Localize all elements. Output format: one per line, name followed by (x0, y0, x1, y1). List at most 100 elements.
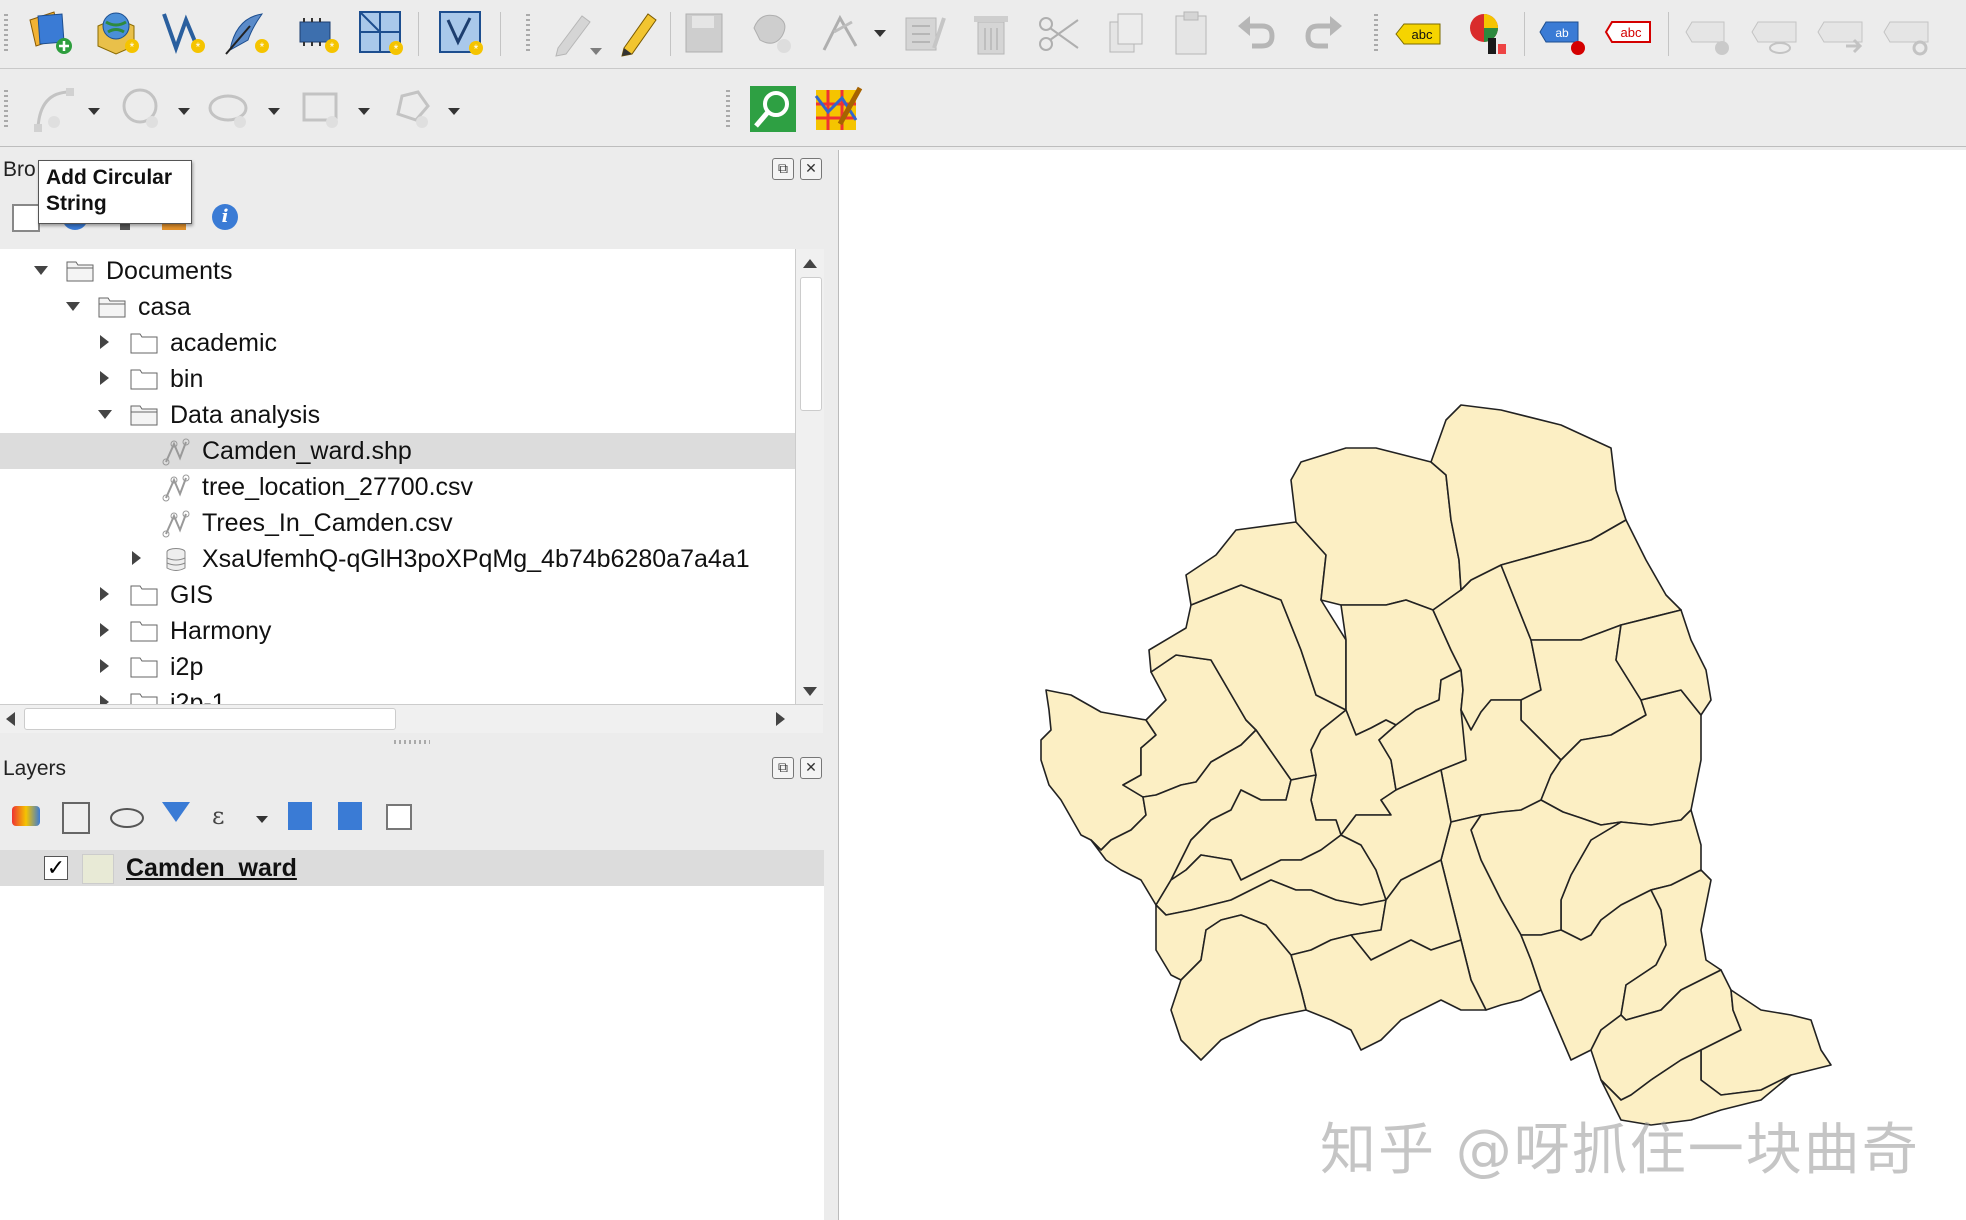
new-virtual-layer-icon[interactable]: * (356, 8, 406, 58)
toggle-editing-icon[interactable] (614, 8, 664, 58)
tooltip: Add Circular String (38, 160, 192, 224)
layer-symbol-swatch[interactable] (82, 854, 114, 884)
browser-tree-item[interactable]: Data analysis (0, 397, 795, 433)
collapse-arrow-icon[interactable] (98, 410, 112, 419)
browser-tree-item[interactable]: bin (0, 361, 795, 397)
expand-arrow-icon[interactable] (132, 551, 141, 565)
label-pin-icon[interactable]: ab (1538, 8, 1588, 58)
label-red-icon[interactable]: abc (1604, 8, 1654, 58)
filter-funnel-icon[interactable] (162, 802, 190, 822)
browser-tree-item[interactable]: i2p-1 (0, 685, 795, 704)
expand-all-icon[interactable] (288, 802, 312, 830)
browser-tree-item[interactable]: Trees_In_Camden.csv (0, 505, 795, 541)
style-manager-icon[interactable] (12, 806, 40, 826)
new-shapefile-icon[interactable]: * (158, 8, 208, 58)
panel-float-button[interactable]: ⧉ (772, 158, 794, 180)
scrollbar-thumb[interactable] (24, 708, 396, 730)
vertex-tool-icon[interactable] (816, 8, 866, 58)
copy-icon[interactable] (1100, 8, 1150, 58)
browser-tree-item[interactable]: tree_location_27700.csv (0, 469, 795, 505)
browser-tree-item[interactable]: Documents (0, 253, 795, 289)
expand-arrow-icon[interactable] (100, 659, 109, 673)
new-geopackage-icon[interactable]: * (92, 8, 142, 58)
browser-tree-item[interactable]: Harmony (0, 613, 795, 649)
visibility-eye-icon[interactable] (110, 808, 144, 828)
open-folder-icon (130, 402, 158, 426)
new-temp-layer-icon[interactable]: * (292, 8, 342, 58)
new-virtual-layer-v-icon[interactable]: * (436, 8, 486, 58)
browser-tree-item[interactable]: GIS (0, 577, 795, 613)
add-group-icon[interactable] (62, 802, 90, 834)
expand-arrow-icon[interactable] (100, 623, 109, 637)
label-hide-icon[interactable] (1750, 8, 1800, 58)
expand-arrow-icon[interactable] (100, 587, 109, 601)
browser-tree-label: bin (170, 365, 204, 393)
toolbar-grip[interactable] (726, 90, 730, 130)
vector-layer-icon (162, 474, 190, 502)
svg-text:*: * (474, 42, 479, 56)
browser-tree-item[interactable]: XsaUfemhQ-qGlH3poXPqMg_4b74b6280a7a4a1 (0, 541, 795, 577)
cut-icon[interactable] (1034, 8, 1084, 58)
ab-label-text: ab (1555, 26, 1569, 40)
label-show-icon[interactable] (1684, 8, 1734, 58)
browser-tree-item[interactable]: academic (0, 325, 795, 361)
add-feature-icon[interactable] (746, 8, 796, 58)
panel-close-button[interactable]: ✕ (800, 757, 822, 779)
toolbar-grip[interactable] (4, 14, 8, 54)
add-layer-icon[interactable] (12, 204, 40, 232)
toolbar-grip[interactable] (4, 90, 8, 130)
toolbar-grip[interactable] (526, 14, 530, 54)
label-abc-icon[interactable]: abc (1394, 8, 1444, 58)
add-ellipse-icon[interactable] (206, 84, 256, 134)
panel-close-button[interactable]: ✕ (800, 158, 822, 180)
expand-arrow-icon[interactable] (100, 371, 109, 385)
expand-arrow-icon[interactable] (100, 335, 109, 349)
camden-ward-layer (1040, 404, 1832, 1126)
label-rotate-icon[interactable] (1882, 8, 1932, 58)
panel-float-button[interactable]: ⧉ (772, 757, 794, 779)
browser-vertical-scrollbar[interactable] (795, 249, 824, 704)
paste-icon[interactable] (1166, 8, 1216, 58)
map-canvas[interactable] (838, 150, 1966, 1220)
scrollbar-thumb[interactable] (800, 277, 822, 411)
add-circular-string-icon[interactable] (30, 84, 80, 134)
map-style-icon[interactable] (814, 84, 864, 134)
identify-zoom-icon[interactable] (748, 84, 798, 134)
undo-icon[interactable] (1232, 8, 1282, 58)
panel-splitter[interactable] (394, 740, 430, 744)
browser-tree-item[interactable]: i2p (0, 649, 795, 685)
layers-panel-title: Layers (3, 757, 67, 780)
browser-panel-title: Bro (3, 158, 36, 181)
modify-attributes-icon[interactable] (900, 8, 950, 58)
redo-icon[interactable] (1298, 8, 1348, 58)
new-project-icon[interactable] (24, 8, 74, 58)
properties-info-icon[interactable]: i (212, 204, 238, 230)
expression-filter-icon[interactable]: ε (212, 802, 224, 830)
browser-tree-label: Documents (106, 257, 233, 285)
layers-panel-toolbar: ε (0, 796, 824, 842)
browser-tree-item[interactable]: casa (0, 289, 795, 325)
svg-text:*: * (130, 40, 135, 54)
layer-name[interactable]: Camden_ward (126, 854, 297, 883)
browser-horizontal-scrollbar[interactable] (0, 704, 823, 733)
toolbar-grip[interactable] (1374, 14, 1378, 54)
new-spatialite-icon[interactable]: * (222, 8, 272, 58)
ward-polygon[interactable] (1290, 934, 1487, 1051)
diagram-icon[interactable] (1462, 8, 1512, 58)
remove-layer-icon[interactable] (386, 804, 412, 830)
layer-visibility-checkbox[interactable]: ✓ (44, 856, 68, 880)
collapse-all-icon[interactable] (338, 802, 362, 830)
add-polygon-icon[interactable] (388, 84, 438, 134)
save-edits-icon[interactable] (680, 8, 730, 58)
vector-layer-icon (162, 510, 190, 538)
main-toolbar: * * * * * * abc ab abc (0, 0, 1966, 69)
label-move-icon[interactable] (1816, 8, 1866, 58)
add-circle-icon[interactable] (118, 84, 168, 134)
collapse-arrow-icon[interactable] (66, 302, 80, 311)
layer-row[interactable]: ✓ Camden_ward (0, 850, 824, 886)
add-rectangle-icon[interactable] (298, 84, 348, 134)
collapse-arrow-icon[interactable] (34, 266, 48, 275)
expand-arrow-icon[interactable] (100, 695, 109, 704)
delete-icon[interactable] (966, 8, 1016, 58)
browser-tree-item[interactable]: Camden_ward.shp (0, 433, 795, 469)
